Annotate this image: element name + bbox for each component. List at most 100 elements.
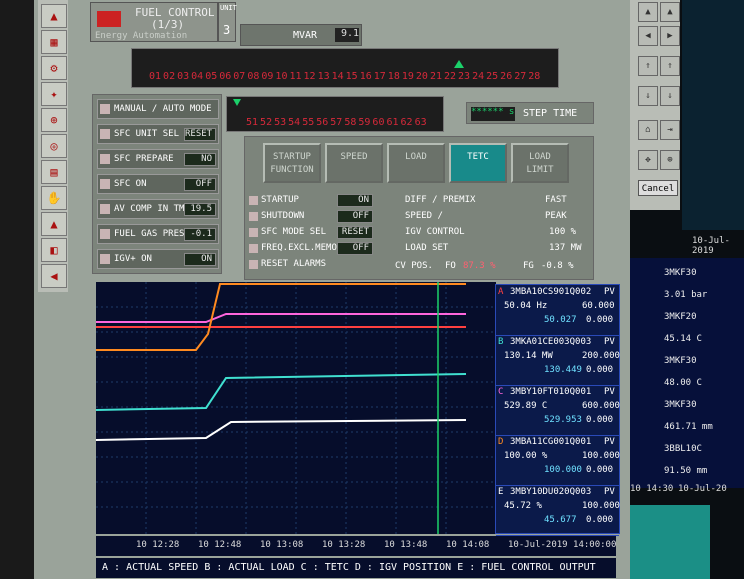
- valve-icon[interactable]: ⊕: [41, 108, 67, 132]
- right-values-top: [682, 0, 744, 230]
- control-row[interactable]: SFC PREPARE NO: [97, 149, 219, 169]
- filter-icon[interactable]: ▤: [41, 160, 67, 184]
- tick-label[interactable]: 13: [318, 71, 330, 82]
- tick-label[interactable]: 03: [177, 71, 189, 82]
- control-row[interactable]: SFC UNIT SEL RESET: [97, 124, 219, 144]
- nav-up2-icon[interactable]: ▲: [660, 2, 680, 22]
- tick-label[interactable]: 18: [388, 71, 400, 82]
- control-row[interactable]: AV COMP IN TMP 19.5: [97, 199, 219, 219]
- control-row[interactable]: IGV+ ON ON: [97, 249, 219, 269]
- tick-label[interactable]: 07: [233, 71, 245, 82]
- tick-label[interactable]: 27: [514, 71, 526, 82]
- right-value: 91.50 mm: [664, 466, 708, 476]
- left-controls: MANUAL / AUTO MODE SFC UNIT SEL RESET SFC P…: [92, 94, 222, 274]
- arrow-left-icon[interactable]: ◀: [41, 264, 67, 288]
- hand-icon[interactable]: ✋: [41, 186, 67, 210]
- home-icon[interactable]: ⌂: [638, 120, 658, 140]
- zoom-icon[interactable]: ⊕: [660, 150, 680, 170]
- tick-label[interactable]: 01: [149, 71, 161, 82]
- end-icon[interactable]: ⇥: [660, 120, 680, 140]
- tick-label[interactable]: 28: [528, 71, 540, 82]
- cancel-button[interactable]: Cancel: [638, 180, 678, 196]
- tick-label[interactable]: 60: [372, 117, 384, 128]
- page-up-icon[interactable]: ⇑: [638, 56, 658, 76]
- nav-right-icon[interactable]: ▶: [660, 26, 680, 46]
- gear-icon[interactable]: ⚙: [41, 56, 67, 80]
- arrow-up-icon[interactable]: ▲: [41, 4, 67, 28]
- tick-label[interactable]: 23: [458, 71, 470, 82]
- tick-label[interactable]: 15: [346, 71, 358, 82]
- alarm-icon[interactable]: ▲: [41, 212, 67, 236]
- time-axis-label: 10 13:08: [260, 540, 304, 550]
- tick-label[interactable]: 54: [288, 117, 300, 128]
- control-row[interactable]: FUEL GAS PRESS -0.1: [97, 224, 219, 244]
- tick-label[interactable]: 14: [332, 71, 344, 82]
- unit-ticks: 01 02 03 04 05 06 07 08 09 10 11 12 13 14 15 16 17 18 19 20…: [148, 71, 541, 82]
- pv-block[interactable]: B 3MKA01CE003Q003 PV 130.14 MW 200.000 130.44…: [496, 335, 620, 386]
- pv-block[interactable]: D 3MBA11CG001Q001 PV 100.00 % 100.000 100.000…: [496, 435, 620, 486]
- unit-selector-bar[interactable]: 01 02 03 04 05 06 07 08 09 10 11 12 13 14 15 16 17 18 19 20…: [131, 48, 559, 88]
- tick-label[interactable]: 25: [486, 71, 498, 82]
- tick-label[interactable]: 55: [302, 117, 314, 128]
- status-square-icon[interactable]: [249, 196, 258, 205]
- tab-load[interactable]: LOAD: [387, 143, 445, 183]
- tick-label[interactable]: 63: [415, 117, 427, 128]
- tab-speed[interactable]: SPEED: [325, 143, 383, 183]
- page-down-icon[interactable]: ⇓: [638, 86, 658, 106]
- status-square-icon[interactable]: [249, 228, 258, 237]
- tick-label[interactable]: 08: [247, 71, 259, 82]
- tick-label[interactable]: 11: [289, 71, 301, 82]
- pv-block[interactable]: E 3MBY10DU020Q003 PV 45.72 % 100.000 45.677 0.…: [496, 485, 620, 536]
- tick-label[interactable]: 51: [246, 117, 258, 128]
- pump-icon[interactable]: ◎: [41, 134, 67, 158]
- tick-label[interactable]: 10: [275, 71, 287, 82]
- fuel-icon: [97, 11, 121, 27]
- tick-label[interactable]: 02: [163, 71, 175, 82]
- tick-label[interactable]: 12: [304, 71, 316, 82]
- tick-label[interactable]: 19: [402, 71, 414, 82]
- pv-current-value: 100.00 %: [504, 451, 548, 461]
- tick-label[interactable]: 22: [444, 71, 456, 82]
- tick-label[interactable]: 17: [374, 71, 386, 82]
- tick-label[interactable]: 04: [191, 71, 203, 82]
- status-square-icon[interactable]: [249, 212, 258, 221]
- tick-label[interactable]: 53: [274, 117, 286, 128]
- tick-label[interactable]: 56: [316, 117, 328, 128]
- plant-icon[interactable]: ▦: [41, 30, 67, 54]
- page-down2-icon[interactable]: ⇓: [660, 86, 680, 106]
- tick-label[interactable]: 21: [430, 71, 442, 82]
- tick-label[interactable]: 26: [500, 71, 512, 82]
- pan-icon[interactable]: ✥: [638, 150, 658, 170]
- tab-startup-function[interactable]: STARTUP FUNCTION: [263, 143, 321, 183]
- tab-tetc[interactable]: TETC: [449, 143, 507, 183]
- nav-left-icon[interactable]: ◀: [638, 26, 658, 46]
- tick-label[interactable]: 58: [344, 117, 356, 128]
- tick-label[interactable]: 57: [330, 117, 342, 128]
- status-square-icon[interactable]: [249, 260, 258, 269]
- tab-load-limit[interactable]: LOAD LIMIT: [511, 143, 569, 183]
- pv-block[interactable]: A 3MBA10CS901Q002 PV 50.04 Hz 60.000 50.027 0.…: [496, 285, 619, 336]
- pv-live-value: 50.027: [544, 315, 577, 325]
- tick-label[interactable]: 62: [401, 117, 413, 128]
- tag-icon[interactable]: ◧: [41, 238, 67, 262]
- tools-icon[interactable]: ✦: [41, 82, 67, 106]
- tick-label[interactable]: 09: [261, 71, 273, 82]
- tick-label[interactable]: 52: [260, 117, 272, 128]
- tick-label[interactable]: 24: [472, 71, 484, 82]
- tick-label[interactable]: 16: [360, 71, 372, 82]
- control-row[interactable]: MANUAL / AUTO MODE: [97, 99, 219, 119]
- tick-label[interactable]: 05: [205, 71, 217, 82]
- nav-up-icon[interactable]: ▲: [638, 2, 658, 22]
- step-time-label: STEP TIME: [523, 108, 578, 119]
- left-toolbar: ▲ ▦ ⚙ ✦ ⊕ ◎ ▤ ✋ ▲ ◧ ◀: [38, 0, 68, 292]
- tick-label[interactable]: 20: [416, 71, 428, 82]
- status-square-icon[interactable]: [249, 244, 258, 253]
- tick-label[interactable]: 06: [219, 71, 231, 82]
- sequence-bar[interactable]: 51 52 53 54 55 56 57 58 59 60 61 62 63: [226, 96, 444, 132]
- pv-block[interactable]: C 3MBY10FT010Q001 PV 529.89 C 600.000 529.953…: [496, 385, 620, 436]
- page-up2-icon[interactable]: ⇑: [660, 56, 680, 76]
- tick-label[interactable]: 61: [386, 117, 398, 128]
- control-row[interactable]: SFC ON OFF: [97, 174, 219, 194]
- load-set-label: LOAD SET: [405, 243, 449, 253]
- tick-label[interactable]: 59: [358, 117, 370, 128]
